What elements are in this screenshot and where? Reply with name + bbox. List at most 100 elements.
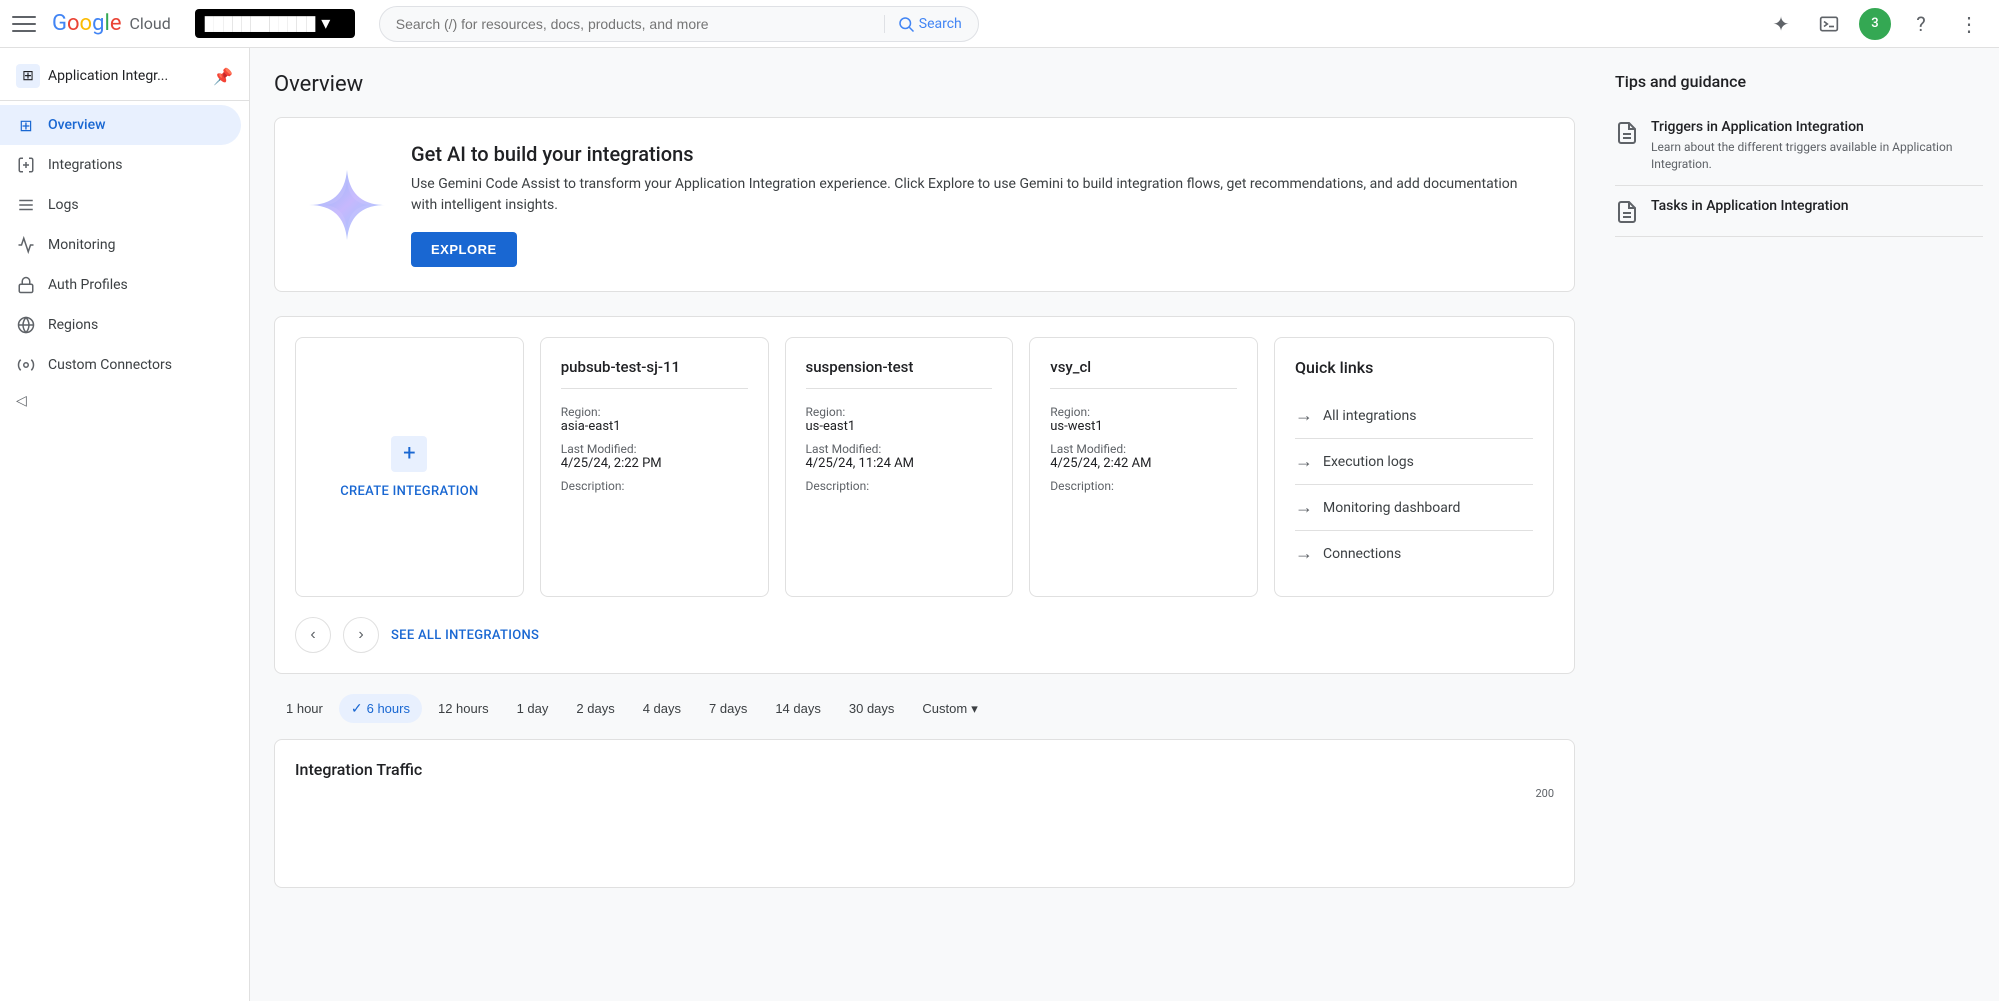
tips-title: Tips and guidance [1615,72,1983,91]
int-card-modified: Last Modified: 4/25/24, 11:24 AM [806,442,993,471]
sidebar-item-label: Overview [48,117,105,133]
int-card-desc: Description: [561,479,748,493]
tip-title: Tasks in Application Integration [1651,198,1849,214]
create-icon: + [391,436,427,472]
cloud-label: Cloud [129,14,170,33]
logs-icon [16,195,36,215]
sidebar-item-label: Regions [48,317,98,333]
sidebar-item-label: Custom Connectors [48,357,172,373]
ai-banner-heading: Get AI to build your integrations [411,142,1542,166]
int-card-region: Region: asia-east1 [561,405,748,434]
create-integration-card[interactable]: + CREATE INTEGRATION [295,337,524,597]
project-selector[interactable]: ████████████ ▾ [195,9,355,38]
overview-icon: ⊞ [16,115,36,135]
checkmark-icon: ✓ [351,700,363,717]
auth-profiles-icon [16,275,36,295]
time-btn-4days[interactable]: 4 days [631,695,693,722]
chart-max-label: 200 [1535,787,1554,800]
bookmark-icon[interactable]: ✦ [1763,6,1799,42]
int-card-desc: Description: [806,479,993,493]
page-title: Overview [274,72,1575,97]
main-content: Overview Get AI to build your integratio… [250,48,1599,1001]
time-btn-7days[interactable]: 7 days [697,695,759,722]
dropdown-arrow-icon: ▾ [971,701,978,717]
time-btn-1day[interactable]: 1 day [505,695,561,722]
quick-link-connections[interactable]: → Connections [1295,531,1533,576]
ai-banner: Get AI to build your integrations Use Ge… [274,117,1575,292]
sidebar-item-monitoring[interactable]: Monitoring [0,225,241,265]
quick-link-execution-logs[interactable]: → Execution logs [1295,439,1533,485]
regions-icon [16,315,36,335]
terminal-icon[interactable] [1811,6,1847,42]
time-btn-2days[interactable]: 2 days [564,695,626,722]
integration-card-1[interactable]: suspension-test Region: us-east1 Last Mo… [785,337,1014,597]
int-card-title: vsy_cl [1050,358,1237,389]
gemini-star-icon [307,165,387,245]
project-name: ████████████ [205,16,316,32]
integration-card-0[interactable]: pubsub-test-sj-11 Region: asia-east1 Las… [540,337,769,597]
time-btn-custom[interactable]: Custom ▾ [910,695,989,723]
int-card-region: Region: us-west1 [1050,405,1237,434]
next-page-button[interactable]: › [343,617,379,653]
app-body: ⊞ Application Integr... 📌 ⊞ Overview Int… [0,48,1999,1001]
tip-doc-icon [1615,200,1639,224]
integrations-icon [16,155,36,175]
google-cloud-logo[interactable]: Google Cloud [52,11,171,36]
topbar: Google Cloud ████████████ ▾ Search ✦ 3 ?… [0,0,1999,48]
arrow-icon: → [1295,451,1313,472]
tip-title: Triggers in Application Integration [1651,119,1983,135]
sidebar-item-overview[interactable]: ⊞ Overview [0,105,241,145]
search-input[interactable] [396,16,876,32]
sidebar-item-custom-connectors[interactable]: Custom Connectors [0,345,241,385]
sidebar-item-label: Monitoring [48,237,116,253]
right-panel: Tips and guidance Triggers in Applicatio… [1599,48,1999,1001]
sidebar-item-integrations[interactable]: Integrations [0,145,241,185]
int-card-title: suspension-test [806,358,993,389]
topbar-right-actions: ✦ 3 ? ⋮ [1763,6,1987,42]
prev-page-button[interactable]: ‹ [295,617,331,653]
pagination-row: ‹ › SEE ALL INTEGRATIONS [295,617,1554,653]
time-btn-12hours[interactable]: 12 hours [426,695,501,722]
ai-banner-description: Use Gemini Code Assist to transform your… [411,174,1542,216]
time-filter: 1 hour ✓ 6 hours 12 hours 1 day 2 days 4… [274,694,1575,723]
see-all-integrations-link[interactable]: SEE ALL INTEGRATIONS [391,628,539,643]
time-btn-30days[interactable]: 30 days [837,695,907,722]
sidebar-item-label: Auth Profiles [48,277,128,293]
sidebar-item-label: Logs [48,197,79,213]
sidebar-app-name: Application Integr... [48,68,168,84]
more-options-icon[interactable]: ⋮ [1951,6,1987,42]
sidebar: ⊞ Application Integr... 📌 ⊞ Overview Int… [0,48,250,1001]
traffic-chart: 200 [295,787,1554,867]
sidebar-app-title: ⊞ Application Integr... 📌 [0,56,249,101]
time-btn-1hour[interactable]: 1 hour [274,695,335,722]
time-btn-14days[interactable]: 14 days [763,695,833,722]
ai-content: Get AI to build your integrations Use Ge… [411,142,1542,267]
sidebar-item-auth-profiles[interactable]: Auth Profiles [0,265,241,305]
quick-link-all-integrations[interactable]: → All integrations [1295,393,1533,439]
hamburger-menu[interactable] [12,12,36,36]
traffic-section: Integration Traffic 200 [274,739,1575,888]
quick-link-monitoring-dashboard[interactable]: → Monitoring dashboard [1295,485,1533,531]
integrations-section: + CREATE INTEGRATION pubsub-test-sj-11 R… [274,316,1575,674]
user-avatar[interactable]: 3 [1859,8,1891,40]
quick-links-title: Quick links [1295,358,1533,377]
sidebar-item-regions[interactable]: Regions [0,305,241,345]
int-card-modified: Last Modified: 4/25/24, 2:42 AM [1050,442,1237,471]
custom-connectors-icon [16,355,36,375]
int-card-region: Region: us-east1 [806,405,993,434]
quick-links-card: Quick links → All integrations → Executi… [1274,337,1554,597]
integration-card-2[interactable]: vsy_cl Region: us-west1 Last Modified: 4… [1029,337,1258,597]
search-button[interactable]: Search [884,15,962,33]
time-btn-6hours[interactable]: ✓ 6 hours [339,694,422,723]
help-icon[interactable]: ? [1903,6,1939,42]
search-label: Search [919,16,962,32]
search-icon [897,15,915,33]
tip-item-0: Triggers in Application Integration Lear… [1615,107,1983,186]
sidebar-item-logs[interactable]: Logs [0,185,241,225]
pin-icon[interactable]: 📌 [213,67,233,86]
sidebar-collapse-button[interactable]: ◁ [0,385,249,417]
explore-button[interactable]: EXPLORE [411,232,517,267]
monitoring-icon [16,235,36,255]
search-bar[interactable]: Search [379,6,979,42]
arrow-icon: → [1295,543,1313,564]
